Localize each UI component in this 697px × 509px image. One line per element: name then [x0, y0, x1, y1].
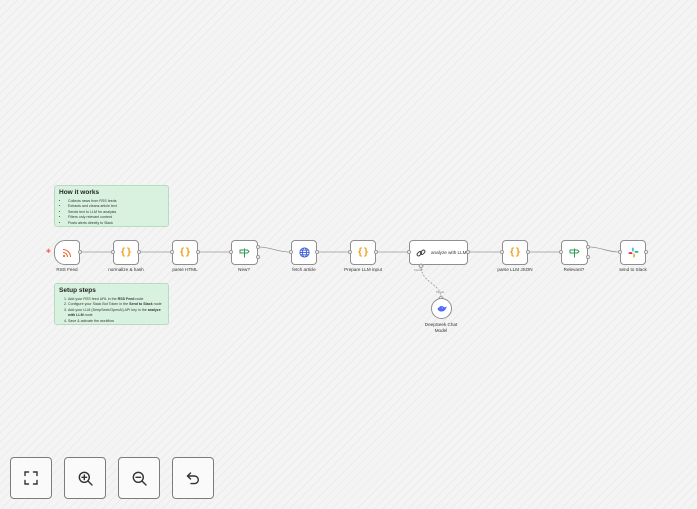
how-it-works-list: Collects news from RSS feeds Extracts an… [59, 199, 164, 226]
output-handle[interactable] [315, 250, 319, 254]
code-icon: {} [508, 247, 522, 258]
input-handle[interactable] [229, 250, 233, 254]
output-handle[interactable] [526, 250, 530, 254]
node-label: Relevant? [563, 267, 585, 272]
node-rss-feed[interactable] [54, 240, 80, 265]
output-handle[interactable] [374, 250, 378, 254]
sticky-title: Setup steps [59, 287, 96, 294]
node-label: New? [238, 267, 250, 272]
node-deepseek-chat-model[interactable] [431, 298, 452, 319]
node-label: fetch article [292, 267, 316, 272]
code-icon: {} [178, 247, 192, 258]
node-label: parse HTML [172, 267, 198, 272]
link-chain-icon [416, 249, 426, 256]
node-label: normalize & hash [108, 267, 144, 272]
zoom-in-button[interactable] [64, 457, 106, 499]
true-output-handle[interactable] [256, 245, 260, 249]
node-new-if[interactable] [231, 240, 258, 265]
node-label: send to Slack [619, 267, 647, 272]
trigger-icon: ✱ [46, 249, 52, 255]
undo-button[interactable] [172, 457, 214, 499]
zoom-out-button[interactable] [118, 457, 160, 499]
edge-relevant-slack [587, 246, 620, 253]
output-handle[interactable] [466, 250, 470, 254]
node-send-to-slack[interactable] [620, 240, 646, 265]
output-handle[interactable] [644, 250, 648, 254]
input-handle[interactable] [170, 250, 174, 254]
node-relevant-if[interactable] [561, 240, 588, 265]
input-handle[interactable] [618, 250, 622, 254]
sticky-how-it-works[interactable]: How it works Collects news from RSS feed… [54, 185, 169, 227]
node-label: analyze with LLM [431, 249, 467, 255]
false-output-handle[interactable] [586, 255, 590, 259]
input-handle[interactable] [407, 250, 411, 254]
node-analyze-with-llm[interactable]: analyze with LLM [409, 240, 468, 265]
output-handle[interactable] [196, 250, 200, 254]
rss-icon [62, 248, 72, 257]
node-label: RSS Feed [56, 267, 78, 272]
list-item: Add your LLM (DeepSeek/OpenAI) API key i… [68, 308, 164, 319]
node-parse-html[interactable]: {} [172, 240, 198, 265]
node-prepare-llm-input[interactable]: {} [350, 240, 376, 265]
workflow-canvas[interactable]: How it works Collects news from RSS feed… [0, 0, 697, 509]
node-fetch-article[interactable] [291, 240, 317, 265]
signpost-icon [569, 248, 580, 257]
edge-new-fetch [257, 246, 291, 253]
setup-steps-list: Add your RSS feed URL in the RSS Feed no… [59, 297, 164, 324]
true-output-handle[interactable] [586, 245, 590, 249]
code-icon: {} [356, 247, 370, 258]
output-handle[interactable] [78, 250, 82, 254]
code-icon: {} [119, 247, 133, 258]
input-handle[interactable] [500, 250, 504, 254]
input-handle[interactable] [111, 250, 115, 254]
list-item: Posts alerts directly to Slack [68, 221, 164, 226]
fit-view-button[interactable] [10, 457, 52, 499]
node-label: parse LLM JSON [497, 267, 533, 272]
sticky-setup-steps[interactable]: Setup steps Add your RSS feed URL in the… [54, 283, 169, 325]
slack-icon [628, 247, 638, 258]
input-handle[interactable] [559, 250, 563, 254]
zoom-out-icon [132, 471, 147, 486]
maximize-icon [24, 471, 38, 485]
sticky-title: How it works [59, 189, 100, 196]
input-handle[interactable] [289, 250, 293, 254]
connections [80, 246, 621, 299]
node-label: DeepSeek Chat Model [424, 322, 458, 333]
signpost-icon [239, 248, 250, 257]
list-item: Save & activate the workflow [68, 319, 164, 324]
undo-icon [186, 472, 199, 485]
false-output-handle[interactable] [256, 255, 260, 259]
globe-icon [298, 247, 310, 258]
node-label: Prepare LLM input [344, 267, 382, 272]
connector-label: Model* [414, 268, 424, 272]
output-handle[interactable] [137, 250, 141, 254]
input-handle[interactable] [348, 250, 352, 254]
zoom-in-icon [78, 471, 93, 486]
node-parse-llm-json[interactable]: {} [502, 240, 528, 265]
deepseek-whale-icon [437, 305, 446, 312]
node-normalize-hash[interactable]: {} [113, 240, 139, 265]
connector-label: Model [436, 290, 445, 294]
